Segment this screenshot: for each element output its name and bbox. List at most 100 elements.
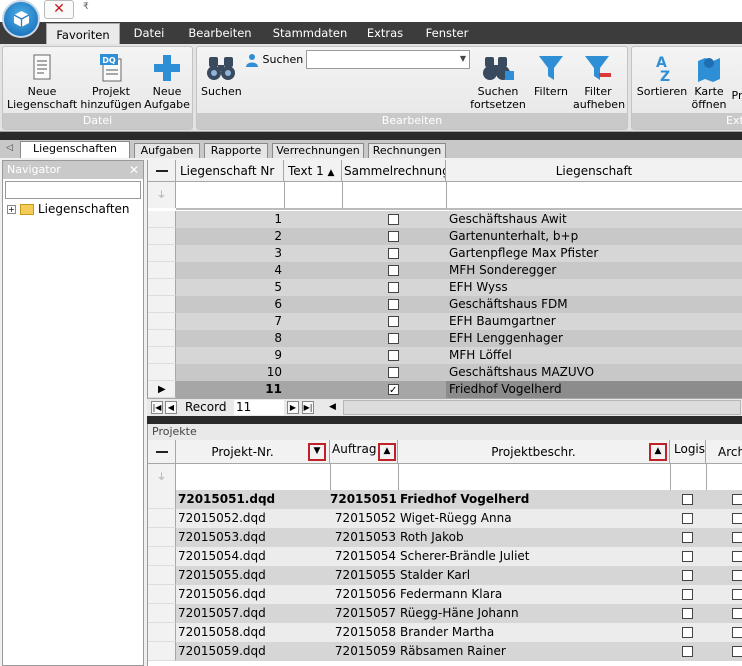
- row-indicator[interactable]: [148, 313, 176, 330]
- table-row[interactable]: 5 EFH Wyss: [148, 279, 742, 296]
- checkbox[interactable]: [732, 513, 742, 524]
- cell-text1[interactable]: [284, 330, 342, 347]
- cell-projektbeschr[interactable]: Räbsamen Rainer: [400, 642, 670, 661]
- cell-projektbeschr[interactable]: Stalder Karl: [400, 566, 670, 585]
- cell-projektbeschr[interactable]: Federmann Klara: [400, 585, 670, 604]
- cell-projektbeschr[interactable]: Wiget-Rüegg Anna: [400, 509, 670, 528]
- cell-auftrag[interactable]: 72015059: [330, 642, 396, 661]
- cell-arch[interactable]: [706, 585, 742, 604]
- panel-splitter[interactable]: [147, 416, 742, 424]
- quick-access-dropdown[interactable]: ₹: [83, 2, 89, 12]
- cell-auftrag[interactable]: 72015052: [330, 509, 396, 528]
- cell-auftrag[interactable]: 72015053: [330, 528, 396, 547]
- cell-liegenschaft-nr[interactable]: 8: [176, 330, 282, 347]
- cell-arch[interactable]: [706, 547, 742, 566]
- table-row[interactable]: 72015051.dqd 72015051 Friedhof Vogelherd: [148, 490, 742, 509]
- first-record-button[interactable]: |◀: [151, 401, 163, 414]
- cell-arch[interactable]: [706, 604, 742, 623]
- prev-record-button[interactable]: ◀: [165, 401, 177, 414]
- cell-logis[interactable]: [670, 585, 706, 604]
- cell-arch[interactable]: [706, 490, 742, 509]
- row-indicator[interactable]: ▶: [148, 381, 176, 398]
- column-header-sammelrechnung[interactable]: Sammelrechnung: [342, 160, 446, 182]
- row-indicator[interactable]: [148, 279, 176, 296]
- cell-projektbeschr[interactable]: Brander Martha: [400, 623, 670, 642]
- table-row[interactable]: 4 MFH Sonderegger: [148, 262, 742, 279]
- cell-liegenschaft-nr[interactable]: 11: [176, 381, 282, 398]
- next-record-button[interactable]: ▶: [287, 401, 299, 414]
- cell-text1[interactable]: [284, 364, 342, 381]
- checkbox[interactable]: [682, 627, 693, 638]
- sort-asc-icon[interactable]: ▲: [378, 443, 396, 461]
- cell-projektbeschr[interactable]: Scherer-Brändle Juliet: [400, 547, 670, 566]
- cell-liegenschaft[interactable]: EFH Wyss: [446, 279, 742, 296]
- row-indicator[interactable]: [148, 528, 176, 547]
- cell-sammelrechnung[interactable]: [342, 228, 446, 245]
- checkbox[interactable]: [388, 214, 399, 225]
- row-indicator[interactable]: [148, 623, 176, 642]
- tree-item-liegenschaften[interactable]: + Liegenschaften: [7, 201, 130, 217]
- row-indicator[interactable]: [148, 490, 176, 509]
- row-indicator[interactable]: [148, 347, 176, 364]
- checkbox[interactable]: [682, 589, 693, 600]
- projekt-hinzufuegen-button[interactable]: DQ Projekt hinzufügen: [78, 53, 144, 111]
- checkbox[interactable]: [732, 570, 742, 581]
- cell-projektbeschr[interactable]: Friedhof Vogelherd: [400, 490, 670, 509]
- cell-projekt-nr[interactable]: 72015059.dqd: [178, 642, 330, 661]
- cell-liegenschaft[interactable]: EFH Lenggenhager: [446, 330, 742, 347]
- cell-arch[interactable]: [706, 566, 742, 585]
- cell-projekt-nr[interactable]: 72015053.dqd: [178, 528, 330, 547]
- cell-arch[interactable]: [706, 623, 742, 642]
- cell-sammelrechnung[interactable]: [342, 211, 446, 228]
- cell-auftrag[interactable]: 72015051: [330, 490, 396, 509]
- cell-projekt-nr[interactable]: 72015058.dqd: [178, 623, 330, 642]
- neue-aufgabe-button[interactable]: Neue Aufgabe: [144, 53, 190, 111]
- table-row[interactable]: 72015059.dqd 72015059 Räbsamen Rainer: [148, 642, 742, 661]
- checkbox[interactable]: [682, 532, 693, 543]
- cell-logis[interactable]: [670, 566, 706, 585]
- cell-arch[interactable]: [706, 509, 742, 528]
- column-header-logis[interactable]: Logis: [670, 440, 706, 464]
- cell-logis[interactable]: [670, 490, 706, 509]
- column-header-text1[interactable]: Text 1 ▲: [284, 160, 342, 182]
- checkbox[interactable]: [732, 646, 742, 657]
- cell-projekt-nr[interactable]: 72015057.dqd: [178, 604, 330, 623]
- checkbox[interactable]: [388, 350, 399, 361]
- column-header-liegenschaft[interactable]: Liegenschaft: [446, 160, 742, 182]
- cell-liegenschaft-nr[interactable]: 3: [176, 245, 282, 262]
- table-row[interactable]: 72015056.dqd 72015056 Federmann Klara: [148, 585, 742, 604]
- cell-liegenschaft[interactable]: Friedhof Vogelherd: [446, 381, 742, 398]
- row-indicator[interactable]: [148, 211, 176, 228]
- checkbox[interactable]: [388, 265, 399, 276]
- row-indicator[interactable]: [148, 604, 176, 623]
- cell-text1[interactable]: [284, 211, 342, 228]
- checkbox[interactable]: [388, 367, 399, 378]
- row-indicator[interactable]: [148, 566, 176, 585]
- cell-sammelrechnung[interactable]: [342, 330, 446, 347]
- column-header-liegenschaft-nr[interactable]: Liegenschaft Nr: [176, 160, 284, 182]
- cell-liegenschaft[interactable]: Gartenpflege Max Pfister: [446, 245, 742, 262]
- cell-auftrag[interactable]: 72015054: [330, 547, 396, 566]
- table-row[interactable]: 6 Geschäftshaus FDM: [148, 296, 742, 313]
- checkbox[interactable]: [732, 627, 742, 638]
- filtern-button[interactable]: Filtern: [531, 53, 571, 98]
- checkbox[interactable]: [682, 551, 693, 562]
- cell-liegenschaft-nr[interactable]: 7: [176, 313, 282, 330]
- checkbox[interactable]: [388, 231, 399, 242]
- scroll-left-icon[interactable]: ◀: [329, 399, 336, 416]
- table-row[interactable]: 8 EFH Lenggenhager: [148, 330, 742, 347]
- filter-row[interactable]: [176, 182, 742, 208]
- cell-auftrag[interactable]: 72015057: [330, 604, 396, 623]
- checkbox[interactable]: [682, 608, 693, 619]
- cell-liegenschaft[interactable]: EFH Baumgartner: [446, 313, 742, 330]
- table-row[interactable]: 2 Gartenunterhalt, b+p: [148, 228, 742, 245]
- row-indicator[interactable]: [148, 642, 176, 661]
- cell-sammelrechnung[interactable]: [342, 347, 446, 364]
- suchen-small-button[interactable]: Suchen: [245, 53, 305, 67]
- cell-projekt-nr[interactable]: 72015054.dqd: [178, 547, 330, 566]
- sort-desc-icon[interactable]: ▼: [308, 443, 326, 461]
- checkbox[interactable]: [388, 248, 399, 259]
- table-row[interactable]: 9 MFH Löffel: [148, 347, 742, 364]
- row-indicator[interactable]: [148, 262, 176, 279]
- filter-row[interactable]: [176, 464, 742, 490]
